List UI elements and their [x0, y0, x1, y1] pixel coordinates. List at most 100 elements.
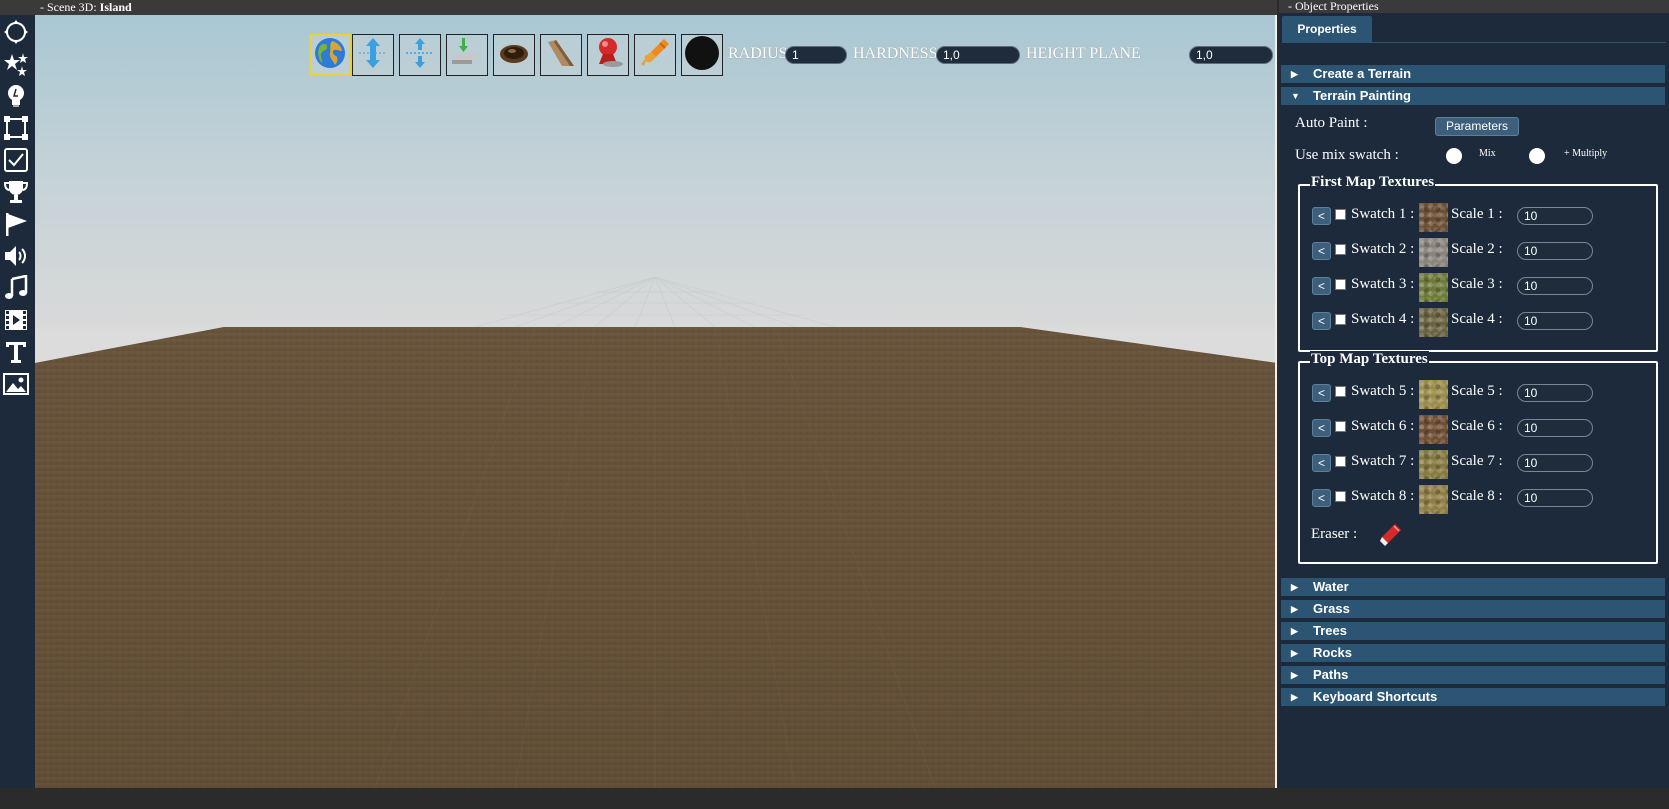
swatch-texture[interactable]: [1419, 485, 1448, 514]
swatch-checkbox[interactable]: [1335, 386, 1346, 397]
section-trees[interactable]: ▶ Trees: [1281, 622, 1665, 640]
scale-input[interactable]: [1517, 454, 1593, 472]
selection-box-icon[interactable]: [2, 114, 30, 142]
section-grass[interactable]: ▶ Grass: [1281, 600, 1665, 618]
section-water[interactable]: ▶ Water: [1281, 578, 1665, 596]
tool-dig-hole[interactable]: [493, 34, 535, 76]
scene-title-prefix: - Scene 3D:: [40, 0, 100, 14]
multiply-radio[interactable]: [1529, 148, 1545, 164]
swatch-back-button[interactable]: <: [1312, 384, 1331, 402]
swatch-checkbox[interactable]: [1335, 421, 1346, 432]
swatch-label: Swatch 1 :: [1351, 206, 1415, 222]
trophy-icon[interactable]: [2, 178, 30, 206]
section-keyboard-shortcuts-label: Keyboard Shortcuts: [1313, 689, 1438, 704]
swatch-texture[interactable]: [1419, 273, 1448, 302]
raise-lower-icon: [356, 36, 390, 75]
swatch-texture[interactable]: [1419, 380, 1448, 409]
tool-height-plane[interactable]: [446, 34, 488, 76]
scale-input[interactable]: [1517, 242, 1593, 260]
viewport-border: [1275, 15, 1277, 788]
swatch-back-button[interactable]: <: [1312, 454, 1331, 472]
swatch-back-button[interactable]: <: [1312, 277, 1331, 295]
effects-icon[interactable]: [2, 50, 30, 78]
smooth-icon: [591, 36, 625, 75]
scale-input[interactable]: [1517, 384, 1593, 402]
swatch-back-button[interactable]: <: [1312, 419, 1331, 437]
scale-input[interactable]: [1517, 312, 1593, 330]
swatch-label: Swatch 8 :: [1351, 488, 1415, 504]
use-mix-swatch-label: Use mix swatch :: [1295, 147, 1399, 163]
transform-icon[interactable]: [2, 18, 30, 46]
section-rocks-label: Rocks: [1313, 645, 1353, 660]
scene-name: Island: [99, 0, 132, 14]
swatch-texture[interactable]: [1419, 203, 1448, 232]
swatch-row: < Swatch 8 : Scale 8 :: [1312, 485, 1642, 514]
tab-properties[interactable]: Properties: [1282, 16, 1372, 42]
swatch-checkbox[interactable]: [1335, 209, 1346, 220]
brush-shape-icon: [685, 35, 719, 75]
swatch-checkbox[interactable]: [1335, 244, 1346, 255]
tool-globe[interactable]: [309, 34, 351, 76]
tab-underline: [1282, 42, 1666, 43]
flag-icon[interactable]: [2, 210, 30, 238]
section-terrain-painting[interactable]: ▼ Terrain Painting: [1281, 87, 1665, 105]
radius-input[interactable]: [785, 46, 847, 64]
mix-label: Mix: [1479, 148, 1496, 159]
section-grass-label: Grass: [1313, 601, 1350, 616]
scale-input[interactable]: [1517, 489, 1593, 507]
text-icon[interactable]: [2, 338, 30, 366]
chevron-right-icon: ▶: [1291, 69, 1298, 79]
tool-slope[interactable]: [540, 34, 582, 76]
swatch-texture[interactable]: [1419, 450, 1448, 479]
swatch-checkbox[interactable]: [1335, 314, 1346, 325]
eraser-icon[interactable]: [1379, 522, 1403, 548]
tool-smooth[interactable]: [587, 34, 629, 76]
3d-viewport[interactable]: RADIUS HARDNESS HEIGHT PLANE: [35, 15, 1277, 788]
swatch-checkbox[interactable]: [1335, 279, 1346, 290]
parameters-button[interactable]: Parameters: [1435, 117, 1519, 136]
music-note-icon[interactable]: [2, 274, 30, 302]
swatch-texture[interactable]: [1419, 415, 1448, 444]
speaker-icon[interactable]: [2, 242, 30, 270]
swatch-back-button[interactable]: <: [1312, 207, 1331, 225]
section-rocks[interactable]: ▶ Rocks: [1281, 644, 1665, 662]
swatch-back-button[interactable]: <: [1312, 489, 1331, 507]
chevron-right-icon: ▶: [1291, 692, 1298, 702]
swatch-back-button[interactable]: <: [1312, 312, 1331, 330]
swatch-texture[interactable]: [1419, 238, 1448, 267]
scale-label: Scale 6 :: [1451, 418, 1503, 434]
light-bulb-icon[interactable]: [2, 82, 30, 110]
chevron-right-icon: ▶: [1291, 626, 1298, 636]
mix-radio[interactable]: [1446, 148, 1462, 164]
tool-raise-lower[interactable]: [352, 34, 394, 76]
swatch-checkbox[interactable]: [1335, 456, 1346, 467]
swatch-back-button[interactable]: <: [1312, 242, 1331, 260]
scale-label: Scale 3 :: [1451, 276, 1503, 292]
scale-input[interactable]: [1517, 277, 1593, 295]
section-paths[interactable]: ▶ Paths: [1281, 666, 1665, 684]
checkbox-icon[interactable]: [2, 146, 30, 174]
swatch-checkbox[interactable]: [1335, 491, 1346, 502]
scale-input[interactable]: [1517, 207, 1593, 225]
tool-brush-shape[interactable]: [681, 34, 723, 76]
swatch-label: Swatch 5 :: [1351, 383, 1415, 399]
section-keyboard-shortcuts[interactable]: ▶ Keyboard Shortcuts: [1281, 688, 1665, 706]
hardness-label: HARDNESS: [853, 45, 938, 62]
swatch-texture[interactable]: [1419, 308, 1448, 337]
hardness-input[interactable]: [936, 46, 1020, 64]
terrain-ground: [35, 276, 1277, 788]
video-icon[interactable]: [2, 306, 30, 334]
image-icon[interactable]: [2, 370, 30, 398]
height-plane-input[interactable]: [1189, 46, 1273, 64]
scale-label: Scale 4 :: [1451, 311, 1503, 327]
section-paths-label: Paths: [1313, 667, 1349, 682]
multiply-label: + Multiply: [1564, 148, 1608, 159]
chevron-down-icon: ▼: [1291, 91, 1300, 101]
swatch-row: < Swatch 4 : Scale 4 :: [1312, 308, 1642, 337]
swatch-row: < Swatch 5 : Scale 5 :: [1312, 380, 1642, 409]
tool-paint[interactable]: [634, 34, 676, 76]
chevron-right-icon: ▶: [1291, 648, 1298, 658]
section-create-terrain[interactable]: ▶ Create a Terrain: [1281, 65, 1665, 83]
scale-input[interactable]: [1517, 419, 1593, 437]
tool-flatten[interactable]: [399, 34, 441, 76]
